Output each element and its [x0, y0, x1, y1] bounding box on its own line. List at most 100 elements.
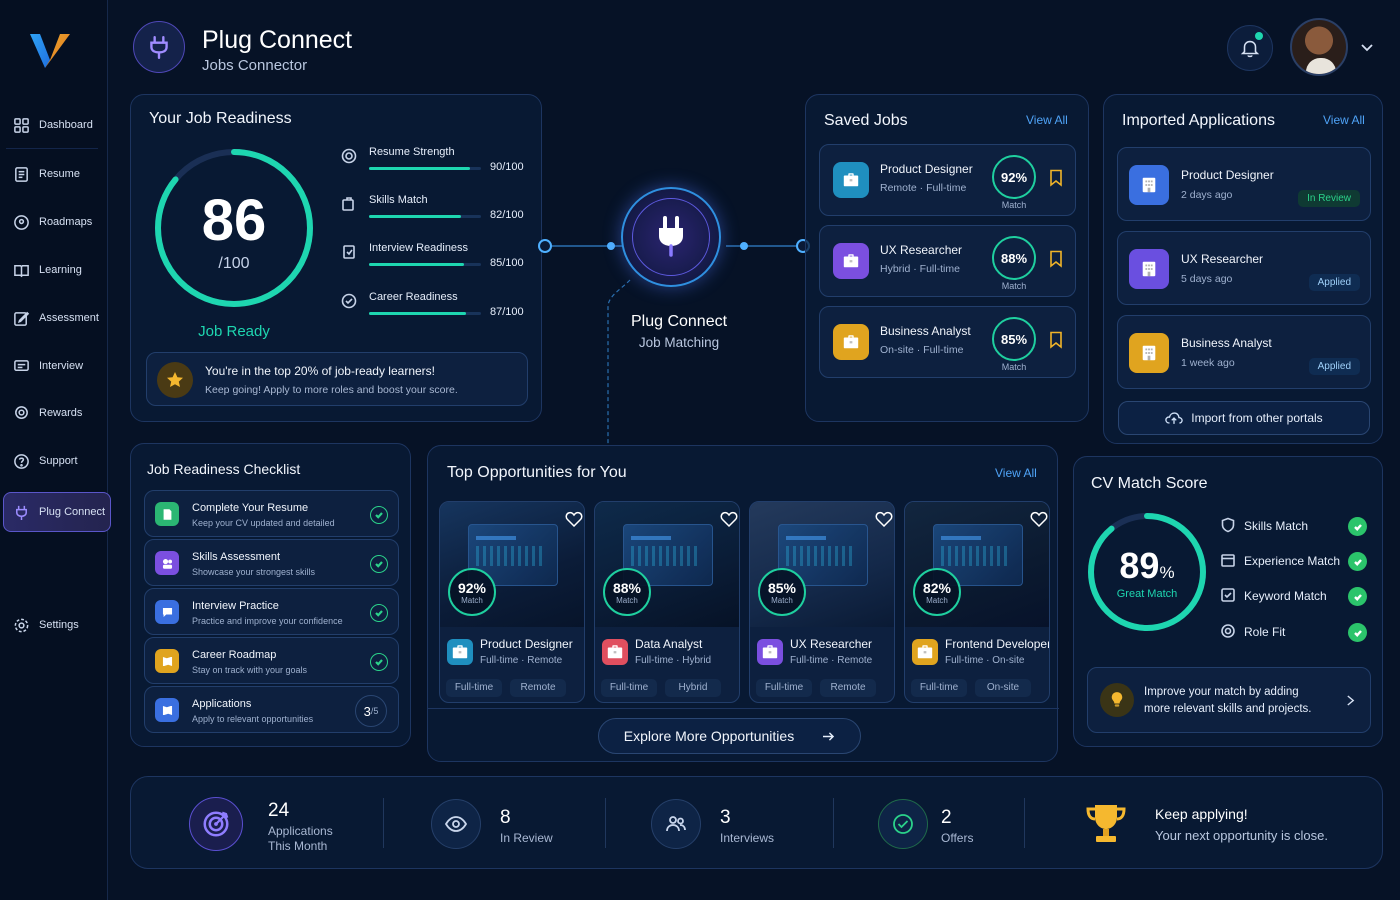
sidebar-item-interview[interactable]: Interview [4, 347, 112, 385]
chat-icon [12, 357, 30, 375]
sidebar-item-rewards[interactable]: Rewards [4, 394, 112, 432]
checklist-subtitle: Apply to relevant opportunities [192, 714, 314, 724]
bookmark-icon[interactable] [1049, 169, 1063, 187]
cv-item-label: Skills Match [1244, 519, 1309, 533]
notification-button[interactable] [1227, 25, 1273, 71]
calendar-icon [1220, 552, 1236, 568]
lightbulb-icon [1100, 683, 1134, 717]
checklist-icon [155, 698, 179, 722]
job-title: UX Researcher [880, 243, 963, 257]
puzzle-icon [341, 196, 357, 212]
motivation-subtitle: Your next opportunity is close. [1155, 828, 1328, 843]
panel-title: Your Job Readiness [149, 110, 292, 127]
match-ring: 82% Match [913, 568, 961, 616]
heart-icon[interactable] [1030, 511, 1048, 527]
sidebar-item-assessment[interactable]: Assessment [4, 299, 112, 337]
briefcase-icon [833, 324, 869, 360]
metric-bar [369, 215, 481, 218]
readiness-score-of: /100 [218, 255, 250, 272]
hub-plug-icon [621, 187, 721, 287]
briefcase-icon [602, 639, 628, 665]
checklist-icon [155, 600, 179, 624]
imported-application-card[interactable]: UX Researcher 5 days ago Applied [1117, 231, 1371, 305]
check-square-icon [1220, 587, 1236, 603]
opportunity-card[interactable]: 82% Match Frontend Developer Full-time ·… [904, 501, 1050, 703]
checklist-item[interactable]: Skills Assessment Showcase your stronges… [144, 539, 399, 586]
imported-application-card[interactable]: Product Designer 2 days ago In Review [1117, 147, 1371, 221]
opportunity-title: Data Analyst [635, 637, 703, 651]
match-label: Match [1001, 362, 1027, 372]
sidebar-item-label: Interview [39, 360, 84, 372]
status-badge: Applied [1308, 358, 1360, 375]
cv-match-panel: CV Match Score 89% Great Match Skills Ma… [1073, 456, 1383, 747]
briefcase-icon [447, 639, 473, 665]
hub-subtitle: Job Matching [638, 335, 720, 350]
heart-icon[interactable] [875, 511, 893, 527]
tag: Full-time [446, 679, 502, 697]
sidebar-item-dashboard[interactable]: Dashboard [4, 106, 112, 144]
bell-icon [1240, 40, 1260, 58]
saved-job-card[interactable]: Business Analyst On-site · Full-time 85%… [819, 306, 1076, 378]
opportunity-meta: Full-time · Remote [790, 655, 873, 666]
imported-application-card[interactable]: Business Analyst 1 week ago Applied [1117, 315, 1371, 389]
sidebar-item-plug-connect[interactable]: Plug Connect [3, 492, 111, 532]
sidebar-item-learning[interactable]: Learning [4, 251, 112, 289]
checklist-icon [155, 649, 179, 673]
status-badge: Applied [1308, 274, 1360, 291]
checklist-item[interactable]: Interview Practice Practice and improve … [144, 588, 399, 635]
saved-job-card[interactable]: Product Designer Remote · Full-time 92% … [819, 144, 1076, 216]
cv-tip-card[interactable]: Improve your match by adding more releva… [1087, 667, 1371, 733]
plug-icon [133, 21, 185, 73]
arrow-right-icon [823, 731, 835, 741]
users-icon [651, 799, 701, 849]
readiness-status: Job Ready [198, 323, 270, 340]
plug-icon [12, 503, 30, 521]
readiness-score: 86 [201, 188, 267, 253]
checklist-subtitle: Keep your CV updated and detailed [192, 518, 335, 528]
sidebar-item-support[interactable]: Support [4, 442, 112, 480]
check-icon [370, 555, 388, 573]
heart-icon[interactable] [565, 511, 583, 527]
checklist-title: Complete Your Resume [192, 502, 309, 514]
saved-job-card[interactable]: UX Researcher Hybrid · Full-time 88% Mat… [819, 225, 1076, 297]
checklist-item[interactable]: Career Roadmap Stay on track with your g… [144, 637, 399, 684]
match-ring: 88% Match [603, 568, 651, 616]
sidebar-item-resume[interactable]: Resume [4, 155, 112, 193]
sidebar-item-label: Learning [39, 264, 82, 276]
metric-value: 90/100 [490, 161, 524, 173]
bookmark-icon[interactable] [1049, 331, 1063, 349]
cv-match-label: Great Match [1116, 588, 1178, 600]
opportunity-meta: Full-time · Hybrid [635, 655, 712, 666]
check-circle-icon [341, 293, 357, 309]
view-all-link[interactable]: View All [1026, 113, 1068, 127]
check-icon [1348, 587, 1367, 606]
tag: On-site [975, 679, 1031, 697]
progress-counter: 3/5 [355, 695, 387, 727]
checklist-item[interactable]: Applications Apply to relevant opportuni… [144, 686, 399, 733]
clipboard-icon [341, 244, 357, 260]
checklist-item[interactable]: Complete Your Resume Keep your CV update… [144, 490, 399, 537]
view-all-link[interactable]: View All [995, 466, 1037, 480]
check-icon [370, 653, 388, 671]
opportunity-card[interactable]: 88% Match Data Analyst Full-time · Hybri… [594, 501, 740, 703]
opportunity-card[interactable]: 92% Match Product Designer Full-time · R… [439, 501, 585, 703]
metric-bar [369, 312, 481, 315]
book-icon [12, 261, 30, 279]
chevron-down-icon[interactable] [1360, 40, 1374, 54]
opportunity-card[interactable]: 85% Match UX Researcher Full-time · Remo… [749, 501, 895, 703]
sidebar-item-settings[interactable]: Settings [4, 606, 112, 644]
heart-icon[interactable] [720, 511, 738, 527]
sidebar-item-roadmaps[interactable]: Roadmaps [4, 203, 112, 241]
import-button[interactable]: Import from other portals [1118, 401, 1370, 435]
bookmark-icon[interactable] [1049, 250, 1063, 268]
sidebar-item-label: Plug Connect [39, 506, 106, 518]
avatar[interactable] [1290, 18, 1348, 76]
view-all-link[interactable]: View All [1323, 113, 1365, 127]
stat-value: 8 [500, 807, 511, 828]
explore-button[interactable]: Explore More Opportunities [598, 718, 861, 754]
app-logo [30, 34, 70, 68]
briefcase-icon [833, 162, 869, 198]
map-pin-icon [12, 213, 30, 231]
cv-item-label: Experience Match [1244, 554, 1341, 568]
stat-label: Applications This Month [268, 824, 333, 853]
